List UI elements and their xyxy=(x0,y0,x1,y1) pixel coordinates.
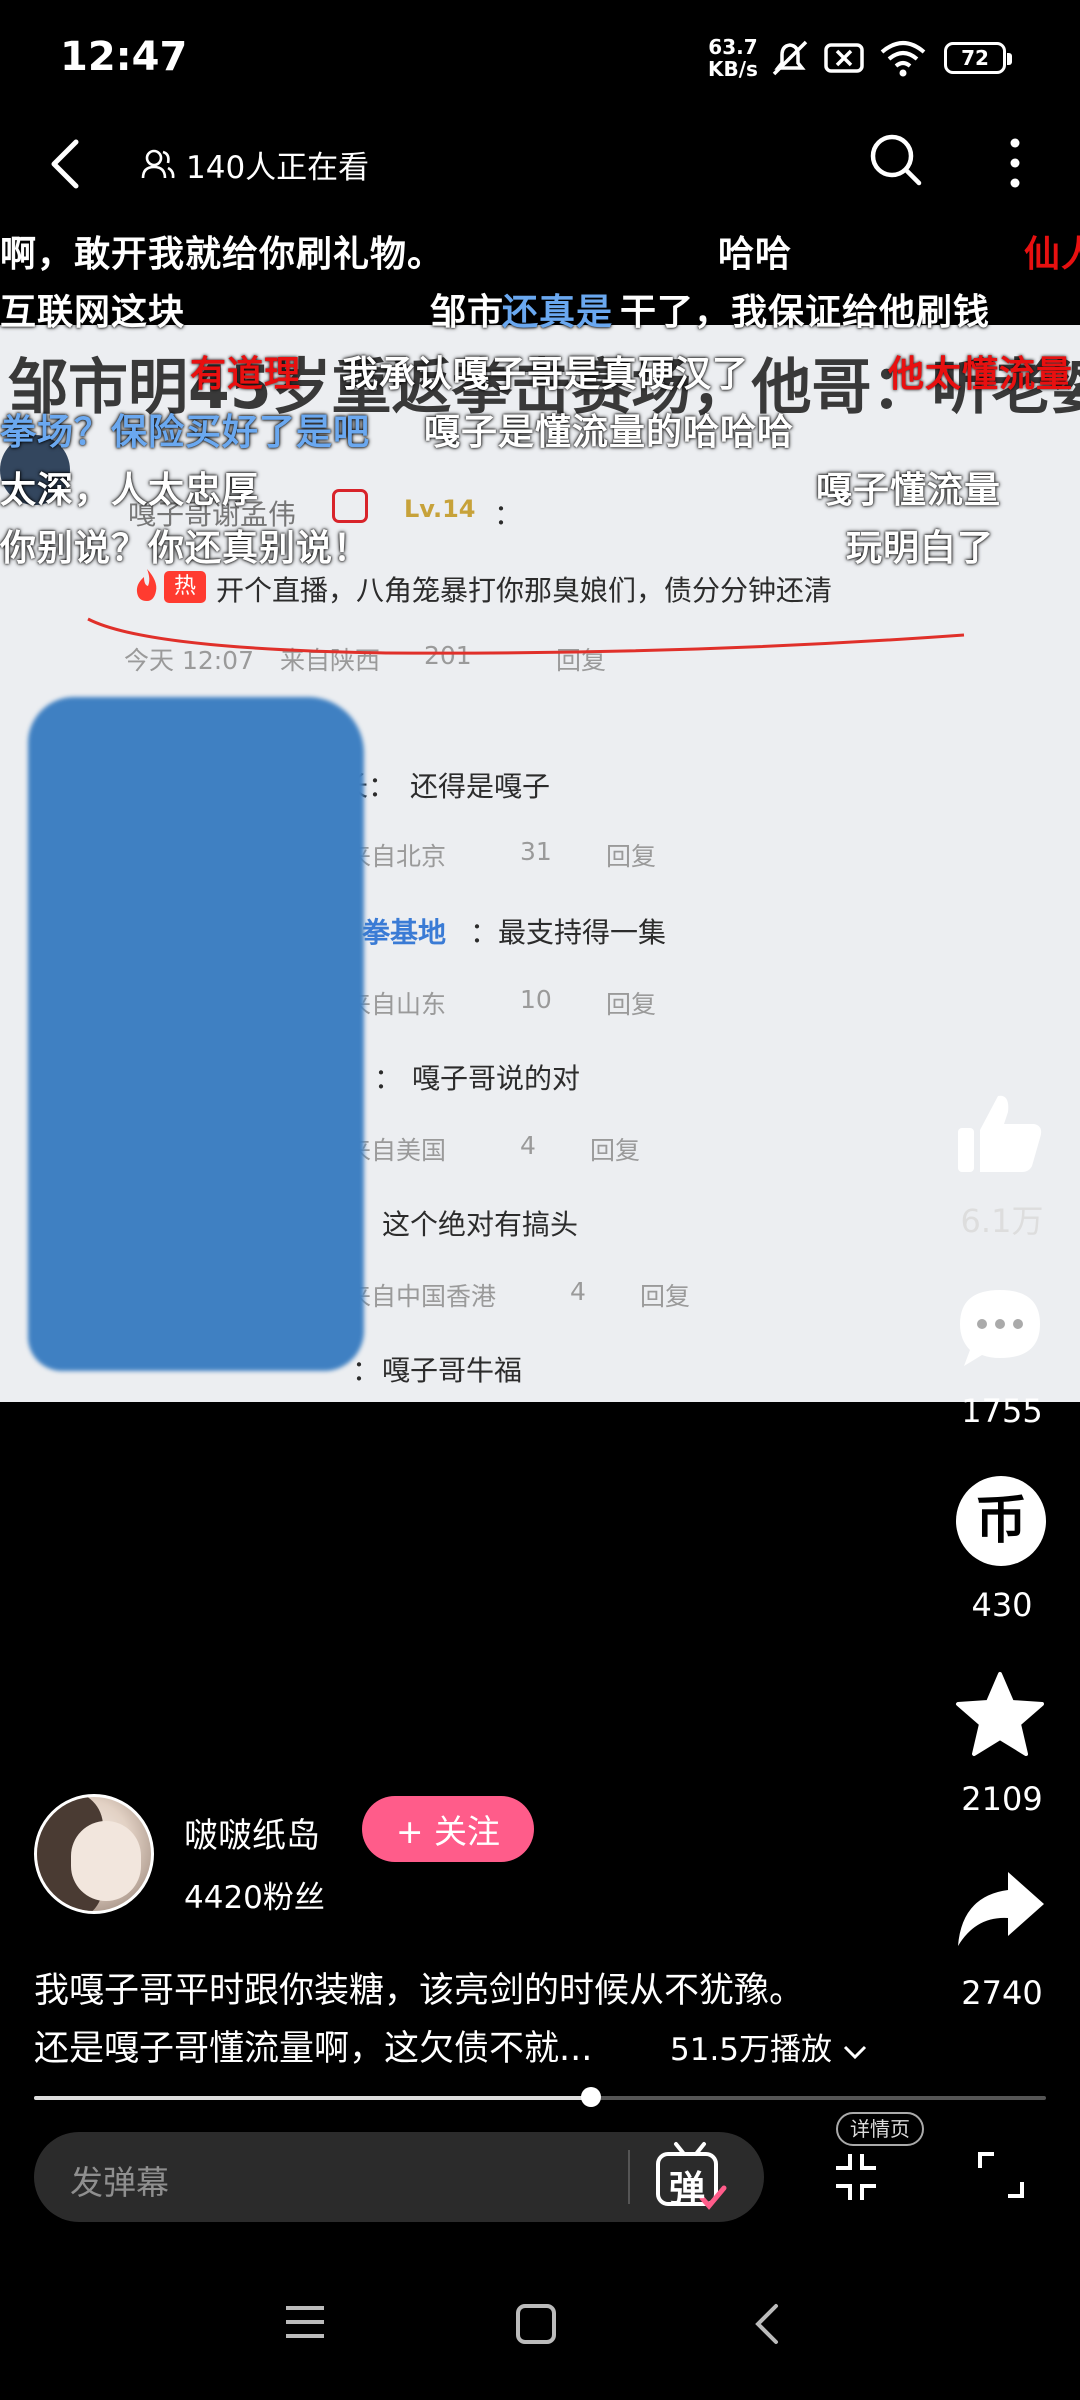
danmaku-item: 仙人 xyxy=(1024,234,1080,275)
menu-icon[interactable] xyxy=(282,2302,328,2342)
hot-badge: 热 xyxy=(164,571,206,603)
fullscreen-icon[interactable] xyxy=(976,2150,1026,2200)
red-underline xyxy=(87,617,965,655)
viewer-count: 140人正在看 xyxy=(140,142,369,186)
blurred-redaction xyxy=(28,697,364,1371)
like-icon[interactable] xyxy=(952,1086,1048,1182)
vip-badge-icon xyxy=(332,489,368,523)
video-headline: 邹市明45岁重返拳击赛场，他哥：听老婆的话 xyxy=(8,353,1080,423)
comment-count: 1755 xyxy=(961,1392,1043,1430)
coin-icon[interactable]: 币 xyxy=(956,1476,1046,1566)
chevron-down-icon xyxy=(843,2045,866,2059)
fan-count: 4420粉丝 xyxy=(184,1880,325,1916)
network-speed: 63.7 KB/s xyxy=(708,35,758,81)
share-count: 2740 xyxy=(961,1974,1043,2012)
more-vertical-icon[interactable] xyxy=(1000,134,1030,192)
back-arrow-icon[interactable] xyxy=(40,134,92,194)
clock: 12:47 xyxy=(60,34,188,80)
status-bar: 12:47 63.7 KB/s 72 xyxy=(0,0,1080,120)
detail-page-badge[interactable]: 详情页 xyxy=(836,2112,924,2146)
home-square-icon[interactable] xyxy=(514,2302,558,2346)
fire-icon xyxy=(136,569,157,601)
play-count[interactable]: 51.5万播放 xyxy=(670,2024,868,2069)
video-player[interactable]: 邹市明45岁重返拳击赛场，他哥：听老婆的话 嘎子哥谢孟伟 Lv.14 ： 热 开… xyxy=(0,325,1080,1402)
battery-icon: 72 xyxy=(944,42,1012,74)
like-count: 6.1万 xyxy=(960,1202,1044,1240)
share-arrow-icon[interactable] xyxy=(952,1862,1048,1958)
progress-handle[interactable] xyxy=(580,2087,601,2107)
video-caption-line2[interactable]: 还是嘎子哥懂流量啊，这欠债不就... xyxy=(34,2020,592,2071)
mute-bell-icon xyxy=(772,40,808,76)
divider xyxy=(628,2150,630,2204)
comment-level: Lv.14 xyxy=(404,495,476,523)
search-icon[interactable] xyxy=(866,130,924,188)
favorite-count: 2109 xyxy=(961,1780,1043,1818)
author-name[interactable]: 啵啵纸岛 xyxy=(184,1808,320,1857)
nav-back-icon[interactable] xyxy=(752,2300,782,2348)
progress-fill xyxy=(34,2096,591,2100)
comment-text: 开个直播，八角笼暴打你那臭娘们，债分分钟还清 xyxy=(216,574,833,607)
viewers-icon xyxy=(141,149,175,179)
comment-icon[interactable] xyxy=(952,1280,1048,1376)
danmaku-item: 哈哈 xyxy=(718,234,793,275)
comment-user: 嘎子哥谢孟伟 xyxy=(128,498,297,531)
close-box-icon xyxy=(824,43,864,73)
exit-fullscreen-icon[interactable] xyxy=(832,2150,880,2204)
follow-button[interactable]: + 关注 xyxy=(362,1796,534,1862)
wifi-icon xyxy=(880,41,926,77)
favorite-star-icon[interactable] xyxy=(952,1668,1048,1764)
danmaku-placeholder: 发弹幕 xyxy=(70,2163,169,2202)
author-avatar[interactable] xyxy=(34,1794,154,1914)
danmaku-toggle-button[interactable]: 弹 xyxy=(652,2140,728,2214)
danmaku-item: 啊，敢开我就给你刷礼物。 xyxy=(0,234,445,275)
commenter-avatar xyxy=(0,435,70,505)
coin-count: 430 xyxy=(971,1586,1033,1624)
video-caption-line1: 我嘎子哥平时跟你装糖，该亮剑的时候从不犹豫。 xyxy=(34,1971,805,2011)
